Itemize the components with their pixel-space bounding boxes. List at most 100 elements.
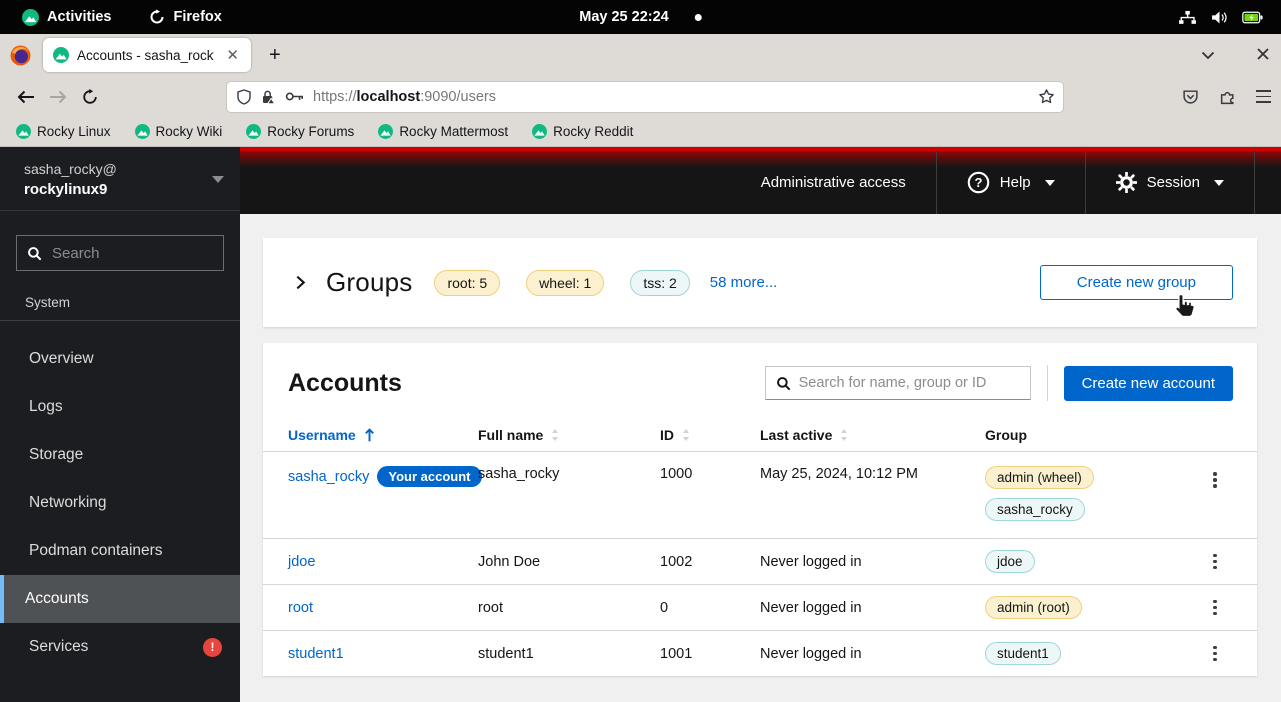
forward-button[interactable]: [42, 82, 74, 112]
browser-chrome: Accounts - sasha_rocky@ ✕ +: [0, 34, 1281, 147]
url-text[interactable]: https://localhost:9090/users: [313, 89, 1029, 105]
system-tray[interactable]: [1178, 10, 1263, 25]
administrative-access-button[interactable]: Administrative access: [731, 151, 936, 214]
create-new-group-button[interactable]: Create new group: [1040, 265, 1233, 300]
clock[interactable]: May 25 22:24: [579, 9, 701, 25]
lock-warning-icon[interactable]: [260, 89, 276, 105]
column-header-last-active[interactable]: Last active: [760, 427, 832, 443]
sidebar-item-podman-containers[interactable]: Podman containers: [0, 527, 240, 575]
sidebar-item-accounts[interactable]: Accounts: [0, 575, 240, 623]
sidebar-search-input[interactable]: [52, 245, 213, 262]
window-close-icon[interactable]: [1257, 47, 1269, 64]
divider: [1047, 365, 1048, 401]
help-question-icon: ?: [967, 171, 990, 194]
groups-expand-button[interactable]: [291, 271, 310, 294]
menu-hamburger-icon[interactable]: [1256, 90, 1271, 102]
group-tag[interactable]: student1: [985, 642, 1061, 665]
host-user-switcher[interactable]: sasha_rocky@ rockylinux9: [0, 147, 240, 211]
activities-label: Activities: [47, 9, 111, 25]
chevron-right-icon: [295, 275, 306, 290]
username-link[interactable]: student1: [288, 646, 344, 662]
search-icon: [27, 246, 42, 261]
row-actions-kebab-icon[interactable]: [1207, 640, 1223, 668]
sort-icon[interactable]: [682, 428, 690, 442]
rocky-favicon-icon: [532, 124, 547, 139]
search-icon: [776, 376, 791, 391]
rocky-favicon-icon: [246, 124, 261, 139]
pocket-icon[interactable]: [1182, 88, 1199, 105]
sidebar-item-overview[interactable]: Overview: [0, 335, 240, 383]
bookmark-rocky-mattermost[interactable]: Rocky Mattermost: [378, 124, 508, 139]
group-tag[interactable]: admin (wheel): [985, 466, 1094, 489]
accounts-search[interactable]: [765, 366, 1031, 400]
tab-close-icon[interactable]: ✕: [222, 46, 243, 65]
tab-favicon-rocky-icon: [53, 47, 69, 63]
bookmark-star-icon[interactable]: [1038, 88, 1055, 105]
help-menu[interactable]: ? Help: [936, 151, 1085, 214]
bookmark-rocky-linux[interactable]: Rocky Linux: [16, 124, 111, 139]
groups-more-link[interactable]: 58 more...: [710, 274, 778, 291]
column-header-id[interactable]: ID: [660, 427, 674, 443]
bookmark-rocky-forums[interactable]: Rocky Forums: [246, 124, 354, 139]
column-header-group: Group: [985, 427, 1027, 443]
sidebar-search[interactable]: [16, 235, 224, 271]
username-link[interactable]: jdoe: [288, 554, 315, 570]
group-badge-tss[interactable]: tss: 2: [630, 270, 689, 296]
sidebar-item-services[interactable]: Services !: [0, 623, 240, 671]
username-link[interactable]: root: [288, 600, 313, 616]
rocky-logo-icon: [22, 9, 39, 26]
sort-icon[interactable]: [840, 428, 848, 442]
table-row-student1: student1 student1 1001 Never logged in s…: [263, 630, 1257, 676]
sidebar: sasha_rocky@ rockylinux9 System Overview…: [0, 147, 240, 702]
sidebar-item-logs[interactable]: Logs: [0, 383, 240, 431]
chevron-down-icon: [1045, 180, 1055, 186]
session-menu[interactable]: Session: [1085, 151, 1255, 214]
url-bar[interactable]: https://localhost:9090/users: [226, 81, 1064, 113]
back-button[interactable]: [10, 82, 42, 112]
groups-card: Groups root: 5 wheel: 1 tss: 2 58 more..…: [263, 238, 1257, 327]
row-actions-kebab-icon[interactable]: [1207, 594, 1223, 622]
group-tag[interactable]: admin (root): [985, 596, 1082, 619]
row-actions-kebab-icon[interactable]: [1207, 548, 1223, 576]
list-tabs-chevron-icon[interactable]: [1201, 47, 1215, 64]
sort-icon[interactable]: [551, 428, 559, 442]
username-at: sasha_rocky@: [24, 161, 117, 177]
column-header-username[interactable]: Username: [288, 427, 356, 443]
bookmark-rocky-wiki[interactable]: Rocky Wiki: [135, 124, 223, 139]
group-badge-wheel[interactable]: wheel: 1: [526, 270, 604, 296]
reload-button[interactable]: [74, 82, 106, 112]
column-header-full-name[interactable]: Full name: [478, 427, 543, 443]
shield-icon[interactable]: [237, 89, 251, 105]
volume-icon: [1211, 10, 1228, 25]
username-link[interactable]: sasha_rocky: [288, 469, 369, 485]
group-badge-root[interactable]: root: 5: [434, 270, 500, 296]
activities-button[interactable]: Activities: [22, 9, 111, 26]
rocky-favicon-icon: [16, 124, 31, 139]
gear-icon: [1116, 172, 1137, 193]
sidebar-section-label: System: [0, 291, 240, 321]
sidebar-item-networking[interactable]: Networking: [0, 479, 240, 527]
table-row-root: root root 0 Never logged in admin (root): [263, 584, 1257, 630]
hostname: rockylinux9: [24, 181, 117, 198]
your-account-badge: Your account: [377, 466, 481, 487]
group-tag[interactable]: jdoe: [985, 550, 1035, 573]
browser-tab[interactable]: Accounts - sasha_rocky@ ✕: [43, 38, 251, 72]
gnome-top-bar: Activities Firefox May 25 22:24: [0, 0, 1281, 34]
extensions-puzzle-icon[interactable]: [1219, 88, 1236, 105]
focused-app-indicator[interactable]: Firefox: [149, 9, 221, 25]
svg-text:?: ?: [974, 175, 982, 190]
key-icon[interactable]: [285, 91, 304, 102]
bookmark-rocky-reddit[interactable]: Rocky Reddit: [532, 124, 633, 139]
accounts-table: Username Full name ID: [263, 421, 1257, 676]
group-tag[interactable]: sasha_rocky: [985, 498, 1085, 521]
accounts-search-input[interactable]: [799, 375, 1020, 391]
row-actions-kebab-icon[interactable]: [1207, 466, 1223, 494]
sidebar-item-storage[interactable]: Storage: [0, 431, 240, 479]
new-tab-button[interactable]: +: [259, 42, 291, 69]
screen: Activities Firefox May 25 22:24 Accounts: [0, 0, 1281, 702]
create-new-account-button[interactable]: Create new account: [1064, 366, 1233, 401]
sidebar-nav: Overview Logs Storage Networking Podman …: [0, 335, 240, 671]
notification-dot-icon: [695, 14, 702, 21]
sort-ascending-icon[interactable]: [364, 428, 375, 443]
firefox-icon: [149, 9, 165, 25]
